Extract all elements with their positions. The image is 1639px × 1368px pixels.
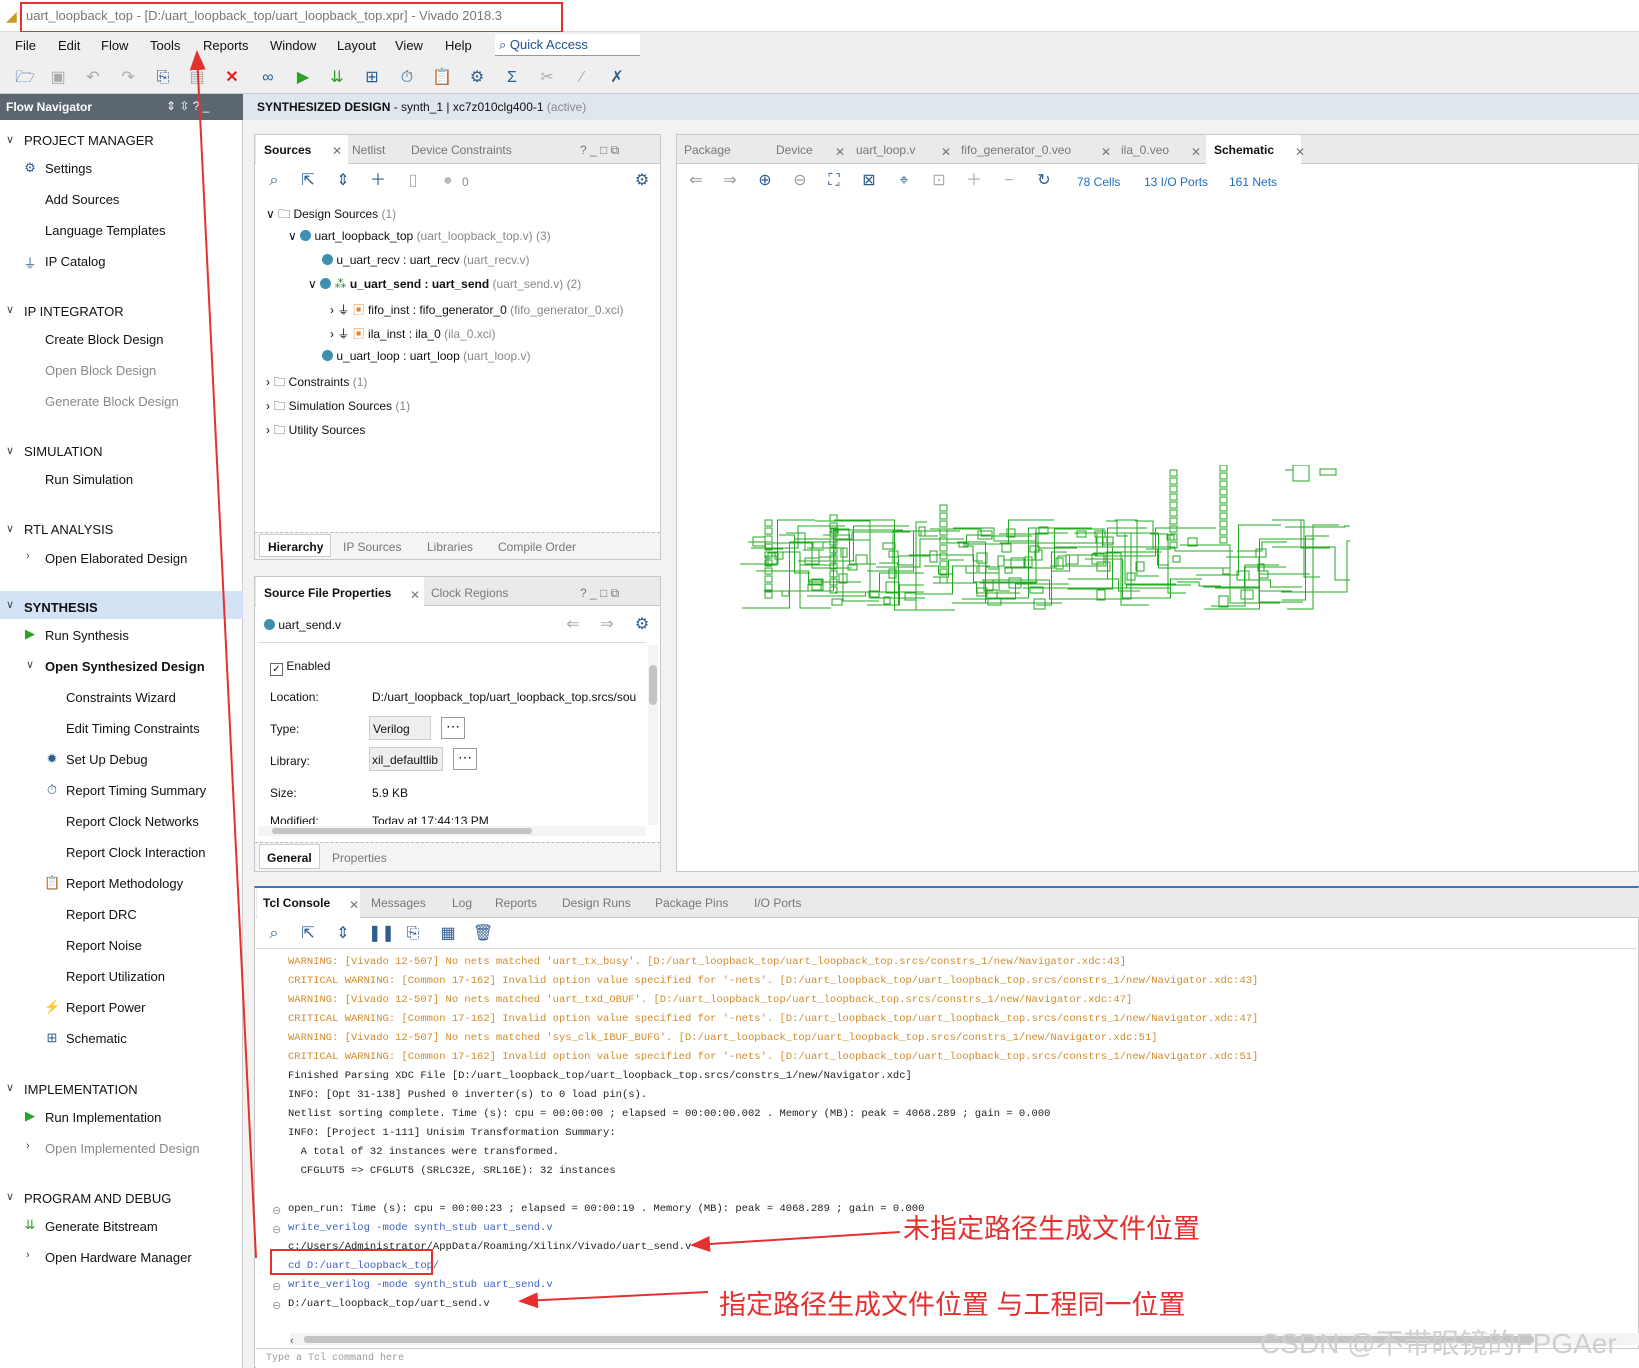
annotation-arrows (189, 50, 901, 1309)
annotation-specified-path: 指定路径生成文件位置 与工程同一位置 (719, 1290, 1186, 1320)
watermark: CSDN @不带眼镜的FPGAer (1260, 1328, 1617, 1359)
annotation-default-path: 未指定路径生成文件位置 (903, 1214, 1200, 1244)
